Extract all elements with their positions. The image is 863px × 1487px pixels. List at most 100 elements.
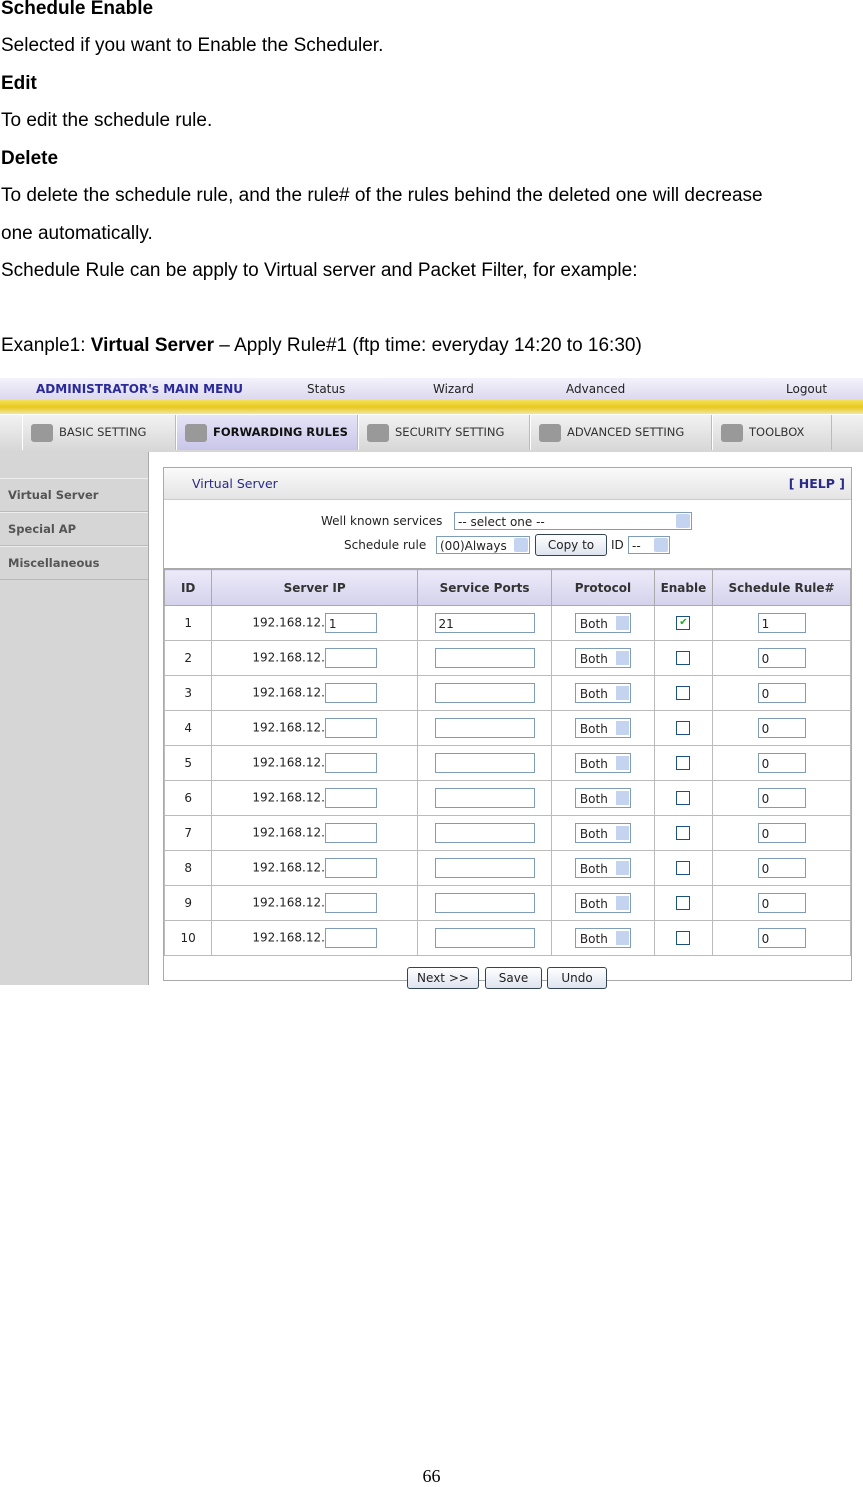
schedule-rule-input[interactable]: 0 <box>757 858 806 878</box>
service-ports-input[interactable] <box>434 683 535 703</box>
protocol-select[interactable]: Both <box>574 753 631 773</box>
paragraph: Schedule Rule can be apply to Virtual se… <box>1 260 638 281</box>
server-ip-input[interactable] <box>324 648 377 668</box>
wizard-link[interactable]: Wizard <box>433 382 474 396</box>
tab-bar: BASIC SETTING FORWARDING RULES SECURITY … <box>0 415 863 452</box>
enable-checkbox[interactable] <box>676 791 691 806</box>
paragraph: one automatically. <box>1 223 153 244</box>
logout-link[interactable]: Logout <box>786 382 827 396</box>
enable-cell <box>653 815 714 851</box>
enable-checkbox[interactable] <box>676 896 691 911</box>
server-ip-cell: 192.168.12. <box>211 815 418 851</box>
enable-checkbox[interactable]: ✔ <box>676 616 691 631</box>
tab-advanced-setting[interactable]: ADVANCED SETTING <box>530 415 712 450</box>
status-link[interactable]: Status <box>307 382 345 396</box>
protocol-select[interactable]: Both <box>574 788 631 808</box>
service-ports-input[interactable] <box>434 788 535 808</box>
enable-checkbox[interactable] <box>676 721 691 736</box>
row-id: 6 <box>163 780 213 816</box>
protocol-cell: Both <box>551 920 655 956</box>
ip-prefix: 192.168.12. <box>252 720 325 735</box>
well-known-select[interactable]: -- select one -- <box>454 512 692 530</box>
main-menu-link[interactable]: ADMINISTRATOR's MAIN MENU <box>36 382 243 396</box>
tab-forwarding-rules[interactable]: FORWARDING RULES <box>176 415 358 450</box>
service-ports-input[interactable] <box>434 718 535 738</box>
tab-label: TOOLBOX <box>749 425 805 439</box>
ports-cell <box>416 710 553 746</box>
enable-checkbox[interactable] <box>676 651 691 666</box>
protocol-select[interactable]: Both <box>574 823 631 843</box>
paragraph: To delete the schedule rule, and the rul… <box>1 185 763 206</box>
tab-basic-setting[interactable]: BASIC SETTING <box>22 415 176 450</box>
protocol-select[interactable]: Both <box>574 718 631 738</box>
enable-checkbox[interactable] <box>676 826 691 841</box>
protocol-select[interactable]: Both <box>574 683 631 703</box>
enable-checkbox[interactable] <box>676 931 691 946</box>
example-prefix: Exanple1: <box>1 335 91 356</box>
copy-to-button[interactable]: Copy to <box>535 534 607 556</box>
save-button[interactable]: Save <box>485 967 542 989</box>
protocol-select[interactable]: Both <box>574 648 631 668</box>
schedule-rule-input[interactable]: 1 <box>757 613 806 633</box>
server-ip-input[interactable] <box>324 753 377 773</box>
server-ip-input[interactable] <box>324 928 377 948</box>
sidebar: Virtual Server Special AP Miscellaneous <box>0 452 149 985</box>
protocol-select[interactable]: Both <box>574 858 631 878</box>
service-ports-input[interactable] <box>434 928 535 948</box>
sidebar-item-virtual-server[interactable]: Virtual Server <box>0 478 148 512</box>
schedule-rule-input[interactable]: 0 <box>757 683 806 703</box>
server-ip-input[interactable] <box>324 683 377 703</box>
schedule-rule-select[interactable]: (00)Always <box>436 536 530 554</box>
protocol-cell: Both <box>551 815 655 851</box>
service-ports-input[interactable] <box>434 823 535 843</box>
server-ip-input[interactable] <box>324 718 377 738</box>
id-select[interactable]: -- <box>628 536 670 554</box>
server-ip-input[interactable]: 1 <box>324 613 377 633</box>
enable-checkbox[interactable] <box>676 861 691 876</box>
schedule-rule-input[interactable]: 0 <box>757 893 806 913</box>
protocol-select[interactable]: Both <box>574 928 631 948</box>
service-form: Well known services -- select one -- Sch… <box>164 500 851 569</box>
schedule-rule-input[interactable]: 0 <box>757 823 806 843</box>
protocol-select[interactable]: Both <box>574 893 631 913</box>
ports-cell <box>416 815 553 851</box>
server-ip-input[interactable] <box>324 858 377 878</box>
protocol-cell: Both <box>551 850 655 886</box>
schedule-rule-input[interactable]: 0 <box>757 648 806 668</box>
advanced-link[interactable]: Advanced <box>566 382 625 396</box>
server-ip-input[interactable] <box>324 823 377 843</box>
button-row: Next >> Save Undo <box>164 956 851 1002</box>
server-ip-input[interactable] <box>324 788 377 808</box>
ip-prefix: 192.168.12. <box>252 650 325 665</box>
enable-cell: ✔ <box>653 605 714 641</box>
enable-checkbox[interactable] <box>676 686 691 701</box>
help-link[interactable]: [ HELP ] <box>789 476 845 491</box>
rule-cell: 0 <box>712 780 851 816</box>
next-button[interactable]: Next >> <box>407 967 479 989</box>
service-ports-input[interactable] <box>434 648 535 668</box>
sidebar-item-special-ap[interactable]: Special AP <box>0 512 148 546</box>
server-ip-input[interactable] <box>324 893 377 913</box>
service-ports-input[interactable] <box>434 858 535 878</box>
sidebar-item-miscellaneous[interactable]: Miscellaneous <box>0 546 148 580</box>
service-ports-input[interactable] <box>434 753 535 773</box>
tab-toolbox[interactable]: TOOLBOX <box>712 415 832 450</box>
table-row: 2 192.168.12. Both 0 <box>163 640 851 676</box>
ip-prefix: 192.168.12. <box>252 615 325 630</box>
table-row: 5 192.168.12. Both 0 <box>163 745 851 781</box>
example-line: Exanple1: Virtual Server – Apply Rule#1 … <box>1 335 642 357</box>
schedule-rule-input[interactable]: 0 <box>757 718 806 738</box>
paragraph: To edit the schedule rule. <box>1 110 213 131</box>
schedule-rule-input[interactable]: 0 <box>757 788 806 808</box>
protocol-cell: Both <box>551 640 655 676</box>
schedule-rule-input[interactable]: 0 <box>757 928 806 948</box>
schedule-rule-input[interactable]: 0 <box>757 753 806 773</box>
undo-button[interactable]: Undo <box>547 967 607 989</box>
enable-checkbox[interactable] <box>676 756 691 771</box>
column-header: Schedule Rule# <box>712 569 851 606</box>
service-ports-input[interactable] <box>434 893 535 913</box>
protocol-select[interactable]: Both <box>574 613 631 633</box>
service-ports-input[interactable]: 21 <box>434 613 535 633</box>
tab-security-setting[interactable]: SECURITY SETTING <box>358 415 530 450</box>
enable-cell <box>653 920 714 956</box>
